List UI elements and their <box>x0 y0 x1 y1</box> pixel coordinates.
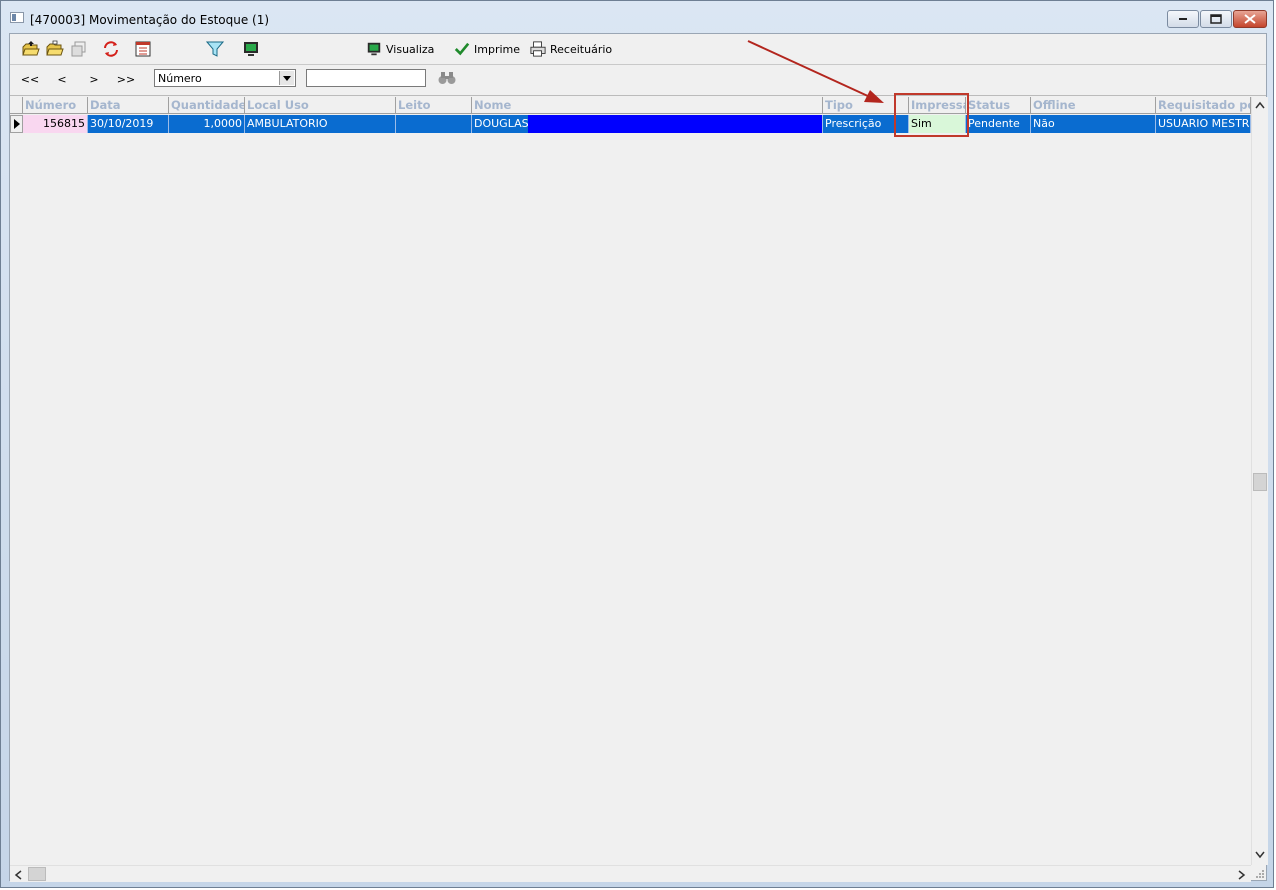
minimize-icon <box>1179 18 1187 20</box>
imprime-label: Imprime <box>474 42 521 56</box>
row-indicator-header <box>10 97 23 114</box>
current-row-indicator <box>10 115 23 133</box>
open-file-icon[interactable] <box>46 40 64 58</box>
column-header-quantidade[interactable]: Quantidade <box>169 97 245 114</box>
close-button[interactable] <box>1233 10 1267 28</box>
cell-leito[interactable] <box>396 115 472 133</box>
open-folder-icon[interactable] <box>22 40 40 58</box>
checkmark-icon <box>454 42 470 56</box>
cell-numero[interactable]: 156815 <box>23 115 88 133</box>
navigation-bar: << < > >> Número <box>10 65 1266 96</box>
column-header-leito[interactable]: Leito <box>396 97 472 114</box>
cell-nome[interactable]: DOUGLAS <box>472 115 823 133</box>
imprime-button[interactable]: Imprime <box>454 40 520 58</box>
horizontal-scrollbar[interactable] <box>10 865 1251 882</box>
first-record-button[interactable]: << <box>20 73 40 87</box>
sort-field-value: Número <box>158 72 202 85</box>
column-header-nome[interactable]: Nome <box>472 97 823 114</box>
refresh-icon[interactable] <box>102 40 120 58</box>
receituario-label: Receituário <box>550 42 613 56</box>
data-grid: Número Data Quantidade Local Uso Leito N… <box>10 97 1251 865</box>
chevron-right-icon[interactable] <box>1238 870 1246 880</box>
calendar-icon[interactable] <box>134 40 152 58</box>
cell-offline[interactable]: Não <box>1031 115 1156 133</box>
next-record-button[interactable]: > <box>84 73 104 87</box>
column-header-data[interactable]: Data <box>88 97 169 114</box>
cell-quantidade[interactable]: 1,0000 <box>169 115 245 133</box>
sort-field-select[interactable]: Número <box>154 69 296 87</box>
cell-local-uso[interactable]: AMBULATORIO <box>245 115 396 133</box>
column-header-requisitado-por[interactable]: Requisitado por <box>1156 97 1251 114</box>
chevron-down-icon[interactable] <box>279 71 294 85</box>
restore-icon <box>1210 14 1222 24</box>
toolbar: Visualiza Imprime Receituário <box>10 34 1266 65</box>
window-icon <box>10 12 24 23</box>
column-header-local-uso[interactable]: Local Uso <box>245 97 396 114</box>
column-header-status[interactable]: Status <box>966 97 1031 114</box>
search-input[interactable] <box>306 69 426 87</box>
visualiza-button[interactable]: Visualiza <box>366 40 434 58</box>
horizontal-scroll-thumb[interactable] <box>28 867 46 881</box>
close-icon <box>1244 14 1256 24</box>
visualiza-label: Visualiza <box>386 42 435 56</box>
vertical-scroll-thumb[interactable] <box>1253 473 1267 491</box>
last-record-button[interactable]: >> <box>116 73 136 87</box>
filter-icon[interactable] <box>206 40 224 58</box>
chevron-left-icon[interactable] <box>14 870 22 880</box>
minimize-button[interactable] <box>1167 10 1199 28</box>
cell-data[interactable]: 30/10/2019 <box>88 115 169 133</box>
column-header-offline[interactable]: Offline <box>1031 97 1156 114</box>
window-title: [470003] Movimentação do Estoque (1) <box>30 13 270 27</box>
receituario-button[interactable]: Receituário <box>530 40 612 58</box>
binoculars-icon[interactable] <box>438 71 456 85</box>
column-header-numero[interactable]: Número <box>23 97 88 114</box>
title-bar: [470003] Movimentação do Estoque (1) <box>1 1 1273 33</box>
resize-grip-icon[interactable] <box>1253 867 1265 879</box>
app-window: [470003] Movimentação do Estoque (1) Vis… <box>0 0 1274 888</box>
chevron-down-icon[interactable] <box>1255 851 1265 859</box>
previous-record-button[interactable]: < <box>52 73 72 87</box>
client-area: Visualiza Imprime Receituário << < > >> … <box>9 33 1268 882</box>
vertical-scrollbar[interactable] <box>1251 97 1268 865</box>
annotation-highlight-box <box>894 93 969 137</box>
restore-button[interactable] <box>1200 10 1232 28</box>
cell-requisitado-por[interactable]: USUARIO MESTRE <box>1156 115 1251 133</box>
cell-status[interactable]: Pendente <box>966 115 1031 133</box>
copy-icon[interactable] <box>70 40 88 58</box>
monitor-icon <box>367 42 381 56</box>
chevron-up-icon[interactable] <box>1255 101 1265 109</box>
printer-icon <box>530 41 546 57</box>
monitor-icon[interactable] <box>242 40 260 58</box>
